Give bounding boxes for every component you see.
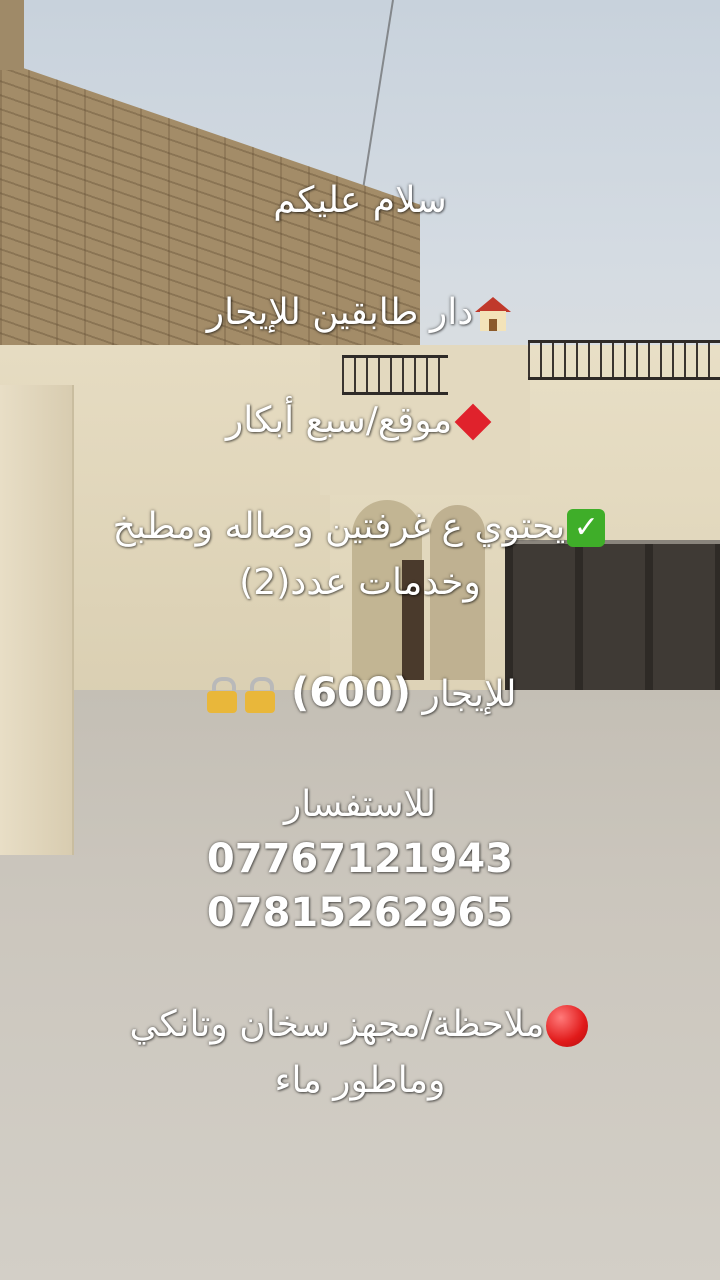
location-text: موقع/سبع أبكار	[225, 400, 453, 441]
contents-text-1: يحتوي ع غرفتين وصاله ومطبخ	[112, 506, 566, 547]
caption-overlay: سلام عليكم دار طابقين للإيجار موقع/سبع أ…	[0, 0, 720, 1280]
greeting-text: سلام عليكم	[273, 180, 447, 221]
lock-icon	[243, 677, 277, 715]
note-line-1: ملاحظة/مجهز سخان وتانكي	[0, 1002, 720, 1048]
red-circle-icon	[546, 1005, 589, 1047]
title-text: دار طابقين للإيجار	[206, 292, 474, 333]
location-line: موقع/سبع أبكار	[0, 398, 720, 444]
red-diamond-icon	[454, 403, 492, 441]
rent-line: للإيجار (600)	[0, 670, 720, 718]
check-mark-icon: ✓	[567, 509, 606, 547]
note-text-2: وماطور ماء	[274, 1060, 446, 1101]
note-text-1: ملاحظة/مجهز سخان وتانكي	[129, 1004, 545, 1045]
contents-text-2: وخدمات عدد(2)	[239, 562, 481, 603]
inquiry-label: للاستفسار	[283, 784, 437, 825]
lock-icon	[205, 677, 239, 715]
house-icon	[475, 297, 512, 331]
title-line: دار طابقين للإيجار	[0, 290, 720, 336]
phone-number-1[interactable]: 07767121943	[0, 836, 720, 882]
rent-label: للإيجار	[422, 674, 517, 715]
phone-number-2[interactable]: 07815262965	[0, 890, 720, 936]
note-line-2: وماطور ماء	[0, 1058, 720, 1104]
contents-line-2: وخدمات عدد(2)	[0, 560, 720, 606]
contents-line-1: ✓يحتوي ع غرفتين وصاله ومطبخ	[0, 504, 720, 550]
rent-value: (600)	[290, 670, 411, 716]
